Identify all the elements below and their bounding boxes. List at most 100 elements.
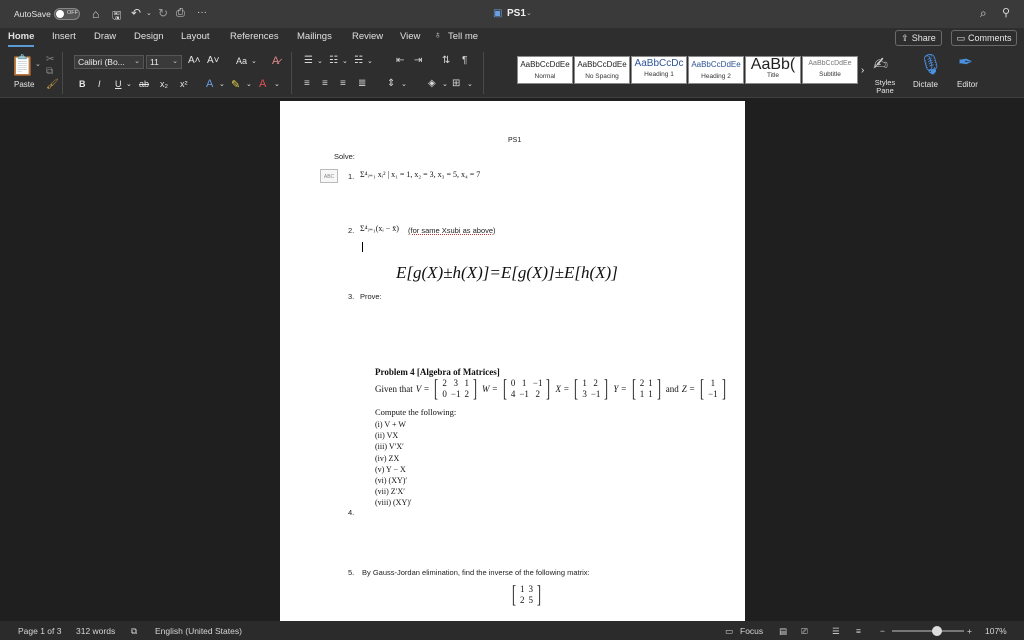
superscript-button[interactable]: x²	[180, 79, 188, 89]
font-size-select[interactable]: 11 ⌄	[146, 55, 182, 69]
shading-icon[interactable]: ◈	[428, 78, 436, 89]
text-effects-icon[interactable]: A	[206, 78, 213, 90]
paste-icon[interactable]: 📋	[10, 53, 35, 78]
document-title[interactable]: PS1	[507, 8, 526, 19]
chevron-down-icon[interactable]: ⌄	[126, 80, 132, 88]
more-commands-icon[interactable]: ···	[197, 7, 207, 18]
zoom-out-button[interactable]: −	[880, 626, 885, 636]
tab-home[interactable]: Home	[8, 31, 35, 47]
tab-view[interactable]: View	[400, 31, 420, 42]
zoom-level[interactable]: 107%	[985, 626, 1007, 636]
copy-icon[interactable]: ⧉	[46, 66, 53, 77]
underline-button[interactable]: U	[115, 79, 122, 89]
format-painter-icon[interactable]: 🖌	[46, 79, 59, 90]
sort-icon[interactable]: ⇅	[442, 55, 450, 66]
document-canvas[interactable]: PS1 Solve: ABC 1. Σ⁴ᵢ₌₁ xᵢ² | x₁ = 1, x₂…	[0, 99, 1024, 621]
title-chevron-icon[interactable]: ⌄	[526, 9, 532, 17]
equation-check-icon[interactable]: ABC	[320, 169, 338, 183]
web-layout-icon[interactable]: ⎚	[801, 626, 808, 637]
style-heading-1[interactable]: AaBbCcDc Heading 1	[631, 56, 687, 84]
tell-me-search[interactable]: Tell me	[448, 31, 478, 42]
tab-mailings[interactable]: Mailings	[297, 31, 332, 42]
paste-dropdown-icon[interactable]: ⌄	[35, 60, 41, 68]
save-icon[interactable]: 🖫	[112, 7, 121, 26]
word-count[interactable]: 312 words	[76, 626, 115, 636]
cut-icon[interactable]: ✂	[46, 54, 54, 65]
share-button[interactable]: ⇪ Share	[895, 30, 942, 46]
zoom-slider-knob[interactable]	[931, 626, 942, 636]
chevron-down-icon[interactable]: ⌄	[342, 57, 348, 65]
editor-label[interactable]: Editor	[957, 80, 978, 89]
chevron-down-icon[interactable]: ⌄	[251, 57, 257, 65]
search-icon[interactable]: ⌕	[980, 6, 987, 21]
pilcrow-icon[interactable]: ¶	[462, 55, 467, 66]
grow-font-button[interactable]: A˄	[188, 55, 201, 66]
strikethrough-button[interactable]: ab	[139, 79, 149, 89]
undo-icon[interactable]: ↶	[131, 6, 141, 20]
zoom-in-button[interactable]: +	[967, 626, 972, 636]
print-layout-icon[interactable]: ▤	[779, 626, 787, 637]
clear-formatting-icon[interactable]: A̷	[272, 55, 279, 67]
style-normal[interactable]: AaBbCcDdEe Normal	[517, 56, 573, 84]
font-color-icon[interactable]: A	[259, 78, 266, 90]
bold-button[interactable]: B	[79, 79, 86, 89]
tab-review[interactable]: Review	[352, 31, 383, 42]
font-name-select[interactable]: Calibri (Bo... ⌄	[74, 55, 144, 69]
bullets-icon[interactable]: ☰	[304, 55, 313, 66]
document-page[interactable]: PS1 Solve: ABC 1. Σ⁴ᵢ₌₁ xᵢ² | x₁ = 1, x₂…	[280, 101, 745, 621]
increase-indent-icon[interactable]: ⇥	[414, 55, 422, 66]
style-subtitle[interactable]: AaBbCcDdEe Subtitle	[802, 56, 858, 84]
style-heading-2[interactable]: AaBbCcDdEe Heading 2	[688, 56, 744, 84]
autosave-toggle[interactable]: OFF	[54, 8, 80, 20]
account-icon[interactable]: ⚲	[1002, 6, 1010, 19]
focus-button[interactable]: Focus	[740, 626, 763, 636]
align-center-icon[interactable]: ≡	[322, 78, 328, 89]
justify-icon[interactable]: ≣	[358, 78, 366, 89]
decrease-indent-icon[interactable]: ⇤	[396, 55, 404, 66]
styles-more-chevron-icon[interactable]: ›	[861, 65, 864, 76]
chevron-down-icon[interactable]: ⌄	[317, 57, 323, 65]
editor-icon[interactable]: ✒	[958, 52, 973, 73]
comments-button[interactable]: ▭ Comments	[951, 30, 1017, 46]
chevron-down-icon[interactable]: ⌄	[467, 80, 473, 88]
tab-references[interactable]: References	[230, 31, 279, 42]
line-spacing-icon[interactable]: ⇕	[387, 78, 395, 89]
chevron-down-icon[interactable]: ⌄	[274, 80, 280, 88]
italic-button[interactable]: I	[98, 79, 101, 89]
style-title[interactable]: AaBb( Title	[745, 56, 801, 84]
tab-draw[interactable]: Draw	[94, 31, 116, 42]
chevron-down-icon[interactable]: ⌄	[246, 80, 252, 88]
align-left-icon[interactable]: ≡	[304, 78, 310, 89]
chevron-down-icon[interactable]: ⌄	[401, 80, 407, 88]
align-right-icon[interactable]: ≡	[340, 78, 346, 89]
dictate-label[interactable]: Dictate	[913, 80, 938, 89]
style-no-spacing[interactable]: AaBbCcDdEe No Spacing	[574, 56, 630, 84]
tab-design[interactable]: Design	[134, 31, 164, 42]
proofing-icon[interactable]: ⧉	[131, 626, 137, 637]
zoom-slider[interactable]	[892, 626, 964, 636]
styles-pane-label[interactable]: Styles Pane	[871, 79, 899, 95]
subscript-button[interactable]: x₂	[160, 79, 168, 89]
borders-icon[interactable]: ⊞	[452, 78, 460, 89]
home-icon[interactable]: ⌂	[92, 7, 99, 21]
language[interactable]: English (United States)	[155, 626, 242, 636]
tab-insert[interactable]: Insert	[52, 31, 76, 42]
undo-dropdown-icon[interactable]: ⌄	[146, 9, 152, 17]
multilevel-list-icon[interactable]: ☵	[354, 55, 363, 66]
change-case-button[interactable]: Aa	[236, 56, 247, 66]
page-count[interactable]: Page 1 of 3	[18, 626, 61, 636]
shrink-font-button[interactable]: A˅	[207, 55, 220, 66]
focus-icon[interactable]: ▭	[725, 626, 733, 637]
microphone-icon[interactable]: 🎙	[918, 52, 943, 77]
tab-layout[interactable]: Layout	[181, 31, 210, 42]
highlight-icon[interactable]: ✎	[231, 78, 240, 91]
numbering-icon[interactable]: ☷	[329, 55, 338, 66]
styles-pane-icon[interactable]: ✍	[873, 54, 888, 75]
outline-view-icon[interactable]: ☰	[832, 626, 840, 637]
chevron-down-icon[interactable]: ⌄	[367, 57, 373, 65]
print-icon[interactable]: ⎙	[176, 7, 185, 20]
draft-view-icon[interactable]: ≡	[856, 626, 861, 636]
redo-icon[interactable]: ↻	[158, 6, 168, 20]
chevron-down-icon[interactable]: ⌄	[219, 80, 225, 88]
chevron-down-icon[interactable]: ⌄	[442, 80, 448, 88]
